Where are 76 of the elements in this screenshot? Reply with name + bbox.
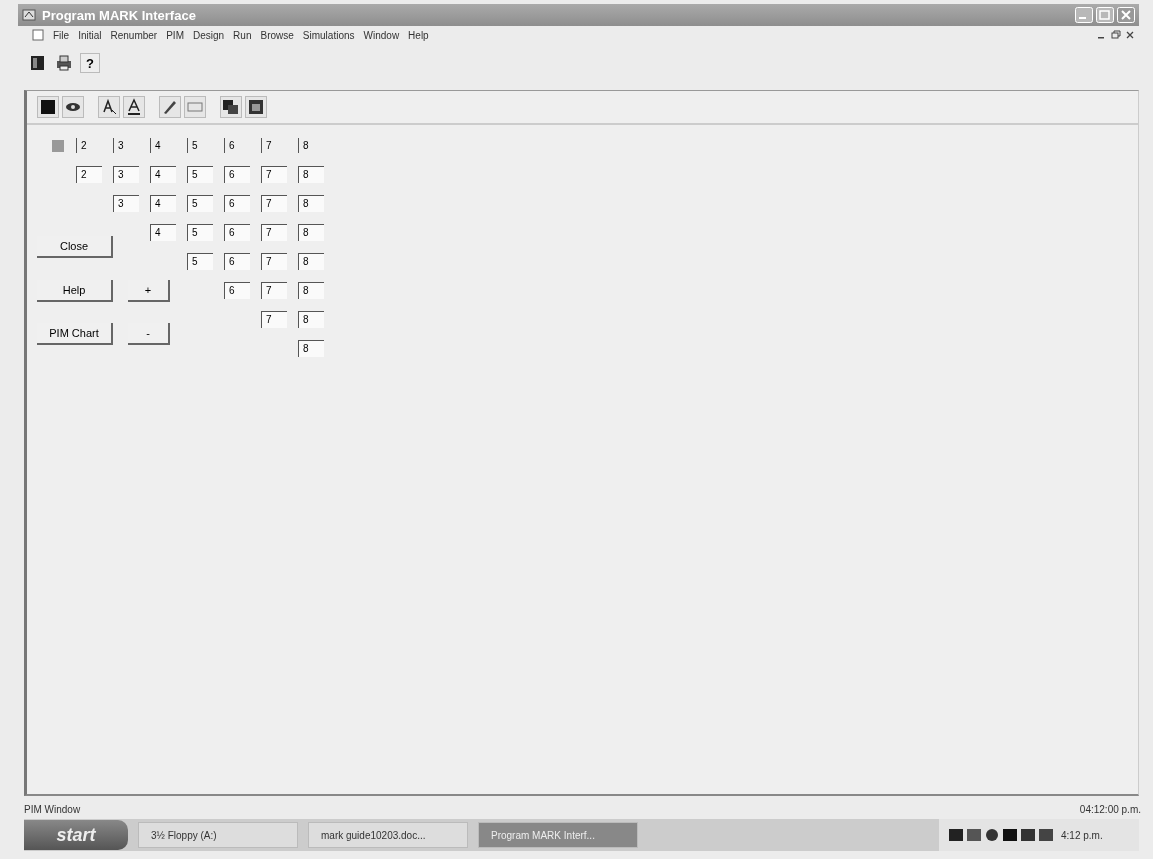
- matrix-field[interactable]: 8: [298, 166, 324, 183]
- matrix-field[interactable]: 8: [298, 311, 324, 328]
- eye-icon[interactable]: [62, 96, 84, 118]
- chart-button[interactable]: PIM Chart: [37, 323, 113, 345]
- matrix-field[interactable]: 6: [224, 166, 250, 183]
- matrix-field[interactable]: 3: [113, 195, 139, 212]
- column-header: 4: [150, 138, 174, 153]
- status-time: 04:12:00 p.m.: [1079, 803, 1141, 815]
- menu-item[interactable]: Simulations: [302, 29, 355, 41]
- letter-a-icon[interactable]: [123, 96, 145, 118]
- matrix-field[interactable]: 2: [76, 166, 102, 183]
- matrix-field[interactable]: 7: [261, 195, 287, 212]
- letter-a-icon[interactable]: [98, 96, 120, 118]
- matrix-field[interactable]: 4: [150, 224, 176, 241]
- menu-item[interactable]: Renumber: [110, 29, 158, 41]
- matrix-field[interactable]: 8: [298, 282, 324, 299]
- matrix-field[interactable]: 7: [261, 166, 287, 183]
- copy-icon[interactable]: [220, 96, 242, 118]
- matrix-field[interactable]: 8: [298, 224, 324, 241]
- menu-item[interactable]: Window: [363, 29, 400, 41]
- menu-item[interactable]: Help: [408, 29, 429, 41]
- matrix-field[interactable]: 6: [224, 253, 250, 270]
- column-header: 2: [76, 138, 100, 153]
- matrix-field[interactable]: 7: [261, 253, 287, 270]
- help-button[interactable]: Help: [37, 279, 113, 302]
- matrix-field[interactable]: 6: [224, 195, 250, 212]
- column-header: 8: [298, 138, 322, 153]
- restore-icon[interactable]: [1111, 30, 1121, 40]
- tray-icon[interactable]: [1039, 828, 1053, 842]
- matrix-field[interactable]: 8: [298, 340, 324, 357]
- menu-item[interactable]: Design: [192, 29, 225, 41]
- tray-icon[interactable]: [949, 828, 963, 842]
- pencil-icon[interactable]: [159, 96, 181, 118]
- menu-item[interactable]: Run: [233, 29, 252, 41]
- close-icon[interactable]: [1125, 30, 1135, 40]
- status-text: PIM Window: [24, 803, 81, 815]
- taskbar-item[interactable]: mark guide10203.doc...: [308, 822, 468, 848]
- column-header: 7: [261, 138, 285, 153]
- help-button[interactable]: ?: [80, 53, 100, 73]
- menu-item[interactable]: Browse: [260, 29, 294, 41]
- column-header: 5: [187, 138, 211, 153]
- start-button[interactable]: start: [24, 820, 128, 850]
- matrix-field[interactable]: 5: [187, 166, 213, 183]
- tray-icon[interactable]: [1021, 828, 1035, 842]
- matrix-field[interactable]: 7: [261, 224, 287, 241]
- taskbar-item[interactable]: 3½ Floppy (A:): [138, 822, 298, 848]
- paste-icon[interactable]: [245, 96, 267, 118]
- tray-icon[interactable]: [985, 828, 999, 842]
- column-header: 3: [113, 138, 137, 153]
- plus-button[interactable]: +: [128, 279, 170, 302]
- printer-icon[interactable]: [54, 53, 74, 73]
- matrix-field[interactable]: 7: [261, 311, 287, 328]
- corner-square: [51, 139, 64, 152]
- menu-item[interactable]: PIM: [166, 29, 184, 41]
- window-title: Program MARK Interface: [42, 7, 197, 23]
- clock: 4:12 p.m.: [1061, 829, 1103, 841]
- app-icon: [22, 8, 36, 22]
- menu-item[interactable]: File: [53, 29, 70, 41]
- matrix-field[interactable]: 5: [187, 224, 213, 241]
- matrix-field[interactable]: 4: [150, 166, 176, 183]
- minus-button[interactable]: -: [128, 323, 170, 345]
- matrix-field[interactable]: 4: [150, 195, 176, 212]
- menu-item[interactable]: Initial: [78, 29, 102, 41]
- square-icon[interactable]: [37, 96, 59, 118]
- matrix-field[interactable]: 5: [187, 195, 213, 212]
- close-button[interactable]: Close: [37, 236, 113, 258]
- matrix-field[interactable]: 5: [187, 253, 213, 270]
- matrix-field[interactable]: 6: [224, 282, 250, 299]
- column-header: 6: [224, 138, 248, 153]
- matrix-field[interactable]: 6: [224, 224, 250, 241]
- tray-icon[interactable]: [1003, 828, 1017, 842]
- matrix-field[interactable]: 3: [113, 166, 139, 183]
- matrix-field[interactable]: 7: [261, 282, 287, 299]
- matrix-field[interactable]: 8: [298, 195, 324, 212]
- document-icon: [32, 29, 44, 41]
- matrix-field[interactable]: 8: [298, 253, 324, 270]
